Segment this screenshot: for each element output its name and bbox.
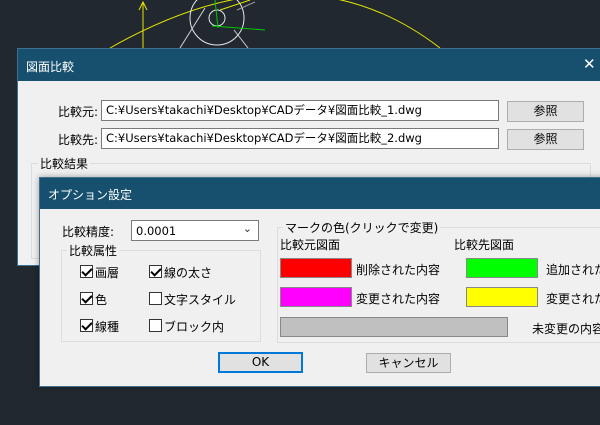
source-path-input[interactable]: C:¥Users¥takachi¥Desktop¥CADデータ¥図面比較_1.d… xyxy=(101,100,499,121)
changed-source-color-swatch[interactable] xyxy=(280,287,352,307)
precision-label: 比較精度: xyxy=(62,225,115,239)
cancel-button[interactable]: キャンセル xyxy=(366,353,451,373)
checkbox-lineweight-label: 線の太さ xyxy=(164,266,213,280)
cad-arc xyxy=(109,0,441,49)
options-dialog-titlebar[interactable]: オプション設定 xyxy=(40,178,600,209)
target-label: 比較先: xyxy=(58,133,99,147)
deleted-color-label: 削除された内容 xyxy=(356,263,441,277)
chevron-down-icon[interactable]: ⌄ xyxy=(243,222,252,235)
cad-guide-line-2 xyxy=(233,29,249,49)
unchanged-color-swatch[interactable] xyxy=(280,317,508,337)
checkbox-in-block-label: ブロック内 xyxy=(164,320,225,334)
target-browse-button[interactable]: 参照 xyxy=(507,129,584,150)
close-icon[interactable]: ✕ xyxy=(583,55,596,73)
checkbox-lineweight[interactable] xyxy=(149,265,162,278)
mark-color-group-label: マークの色(クリックで変更) xyxy=(283,219,441,236)
ok-button[interactable]: OK xyxy=(218,352,303,373)
checkbox-in-block[interactable] xyxy=(149,319,162,332)
precision-select[interactable]: 0.0001 ⌄ xyxy=(131,220,259,241)
cad-green-line xyxy=(211,25,266,31)
deleted-color-swatch[interactable] xyxy=(280,258,352,278)
checkbox-linetype[interactable] xyxy=(80,319,93,332)
cad-green-line-2 xyxy=(214,0,219,29)
options-dialog: オプション設定 比較精度: 0.0001 ⌄ 比較属性 画層 線の太さ 色 文字… xyxy=(39,177,600,387)
checkbox-layer[interactable] xyxy=(80,265,93,278)
precision-value: 0.0001 xyxy=(136,224,177,238)
source-browse-button[interactable]: 参照 xyxy=(507,101,584,122)
unchanged-color-label: 未変更の内容 xyxy=(532,322,600,336)
checkbox-color[interactable] xyxy=(80,292,93,305)
compare-dialog-titlebar[interactable]: 図面比較 ✕ xyxy=(18,49,600,81)
source-drawing-label: 比較元図面 xyxy=(280,238,341,252)
changed-source-color-label: 変更された内容 xyxy=(356,292,441,306)
added-color-swatch[interactable] xyxy=(466,258,538,278)
options-dialog-title: オプション設定 xyxy=(48,188,133,202)
compare-dialog-title: 図面比較 xyxy=(26,60,75,74)
checkbox-color-label: 色 xyxy=(95,293,108,307)
checkbox-linetype-label: 線種 xyxy=(95,320,120,334)
changed-target-color-swatch[interactable] xyxy=(466,287,538,307)
target-path-input[interactable]: C:¥Users¥takachi¥Desktop¥CADデータ¥図面比較_2.d… xyxy=(101,128,499,149)
checkbox-layer-label: 画層 xyxy=(95,266,120,280)
target-drawing-label: 比較先図面 xyxy=(454,238,515,252)
checkbox-text-style-label: 文字スタイル xyxy=(164,293,237,307)
source-label: 比較元: xyxy=(58,105,99,119)
checkbox-text-style[interactable] xyxy=(149,292,162,305)
attributes-group-label: 比較属性 xyxy=(67,242,120,259)
result-group-label: 比較結果 xyxy=(38,155,91,172)
changed-target-color-label: 変更された xyxy=(546,292,600,306)
added-color-label: 追加された xyxy=(546,263,600,277)
